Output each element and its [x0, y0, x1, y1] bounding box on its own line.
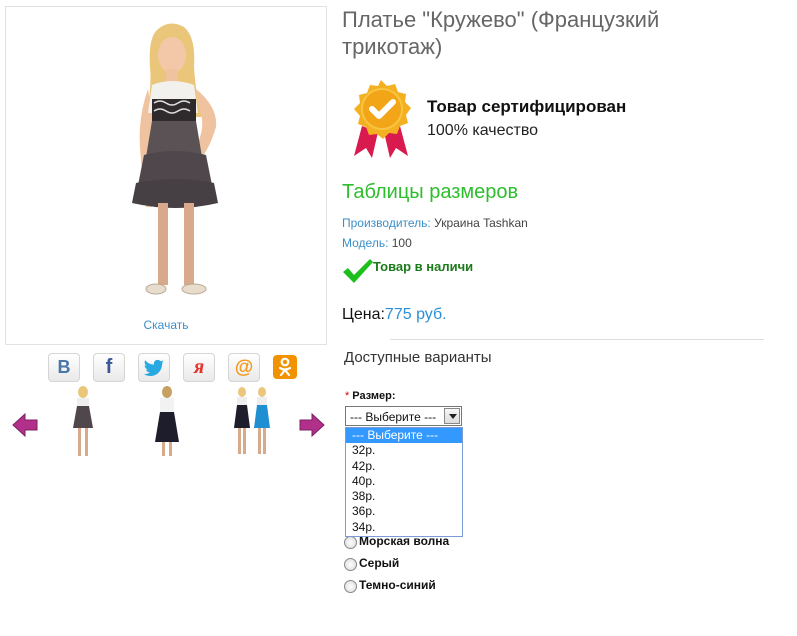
- size-option[interactable]: --- Выберите ---: [346, 428, 462, 444]
- ok-icon: [278, 357, 292, 377]
- size-dropdown-list[interactable]: --- Выберите --- 32р. 42р. 40р. 38р. 36р…: [345, 427, 463, 537]
- stock-status: Товар в наличи: [373, 259, 474, 274]
- thumbnails-prev-arrow-icon[interactable]: [11, 412, 39, 438]
- manufacturer-value: Украина Tashkan: [434, 216, 528, 230]
- certified-badge-icon: [354, 80, 411, 158]
- manufacturer-row: Производитель: Украина Tashkan: [342, 216, 528, 230]
- color-option-label: Серый: [359, 555, 400, 570]
- model-value: 100: [391, 236, 412, 250]
- thumbnail-2[interactable]: [150, 384, 184, 462]
- girl-dress-photo: [132, 23, 218, 295]
- facebook-icon: f: [105, 356, 113, 378]
- certificate-subtitle: 100% качество: [427, 122, 539, 139]
- share-odnoklassniki-button[interactable]: [273, 355, 297, 379]
- size-label-row: * Размер:: [345, 390, 396, 402]
- price-value: 775 руб.: [384, 306, 447, 323]
- size-select-value: --- Выберите ---: [350, 410, 437, 424]
- share-facebook-button[interactable]: f: [93, 353, 125, 382]
- thumbnail-3[interactable]: [230, 384, 276, 462]
- price-label: Цена:: [342, 306, 385, 323]
- radio-button[interactable]: [344, 536, 357, 549]
- share-yaru-button[interactable]: я: [183, 353, 215, 382]
- size-select[interactable]: --- Выберите ---: [345, 406, 462, 426]
- divider: [390, 339, 764, 340]
- size-label: Размер:: [352, 390, 396, 402]
- radio-button[interactable]: [344, 558, 357, 571]
- size-option[interactable]: 40р.: [346, 474, 462, 489]
- thumbnails-next-arrow-icon[interactable]: [298, 412, 326, 438]
- vk-icon: В: [57, 357, 71, 377]
- radio-button[interactable]: [344, 580, 357, 593]
- size-option[interactable]: 42р.: [346, 459, 462, 474]
- size-tables-link[interactable]: Таблицы размеров: [342, 181, 518, 204]
- size-option[interactable]: 34р.: [346, 520, 462, 535]
- color-option-label: Темно-синий: [359, 577, 436, 592]
- thumbnail-1[interactable]: [66, 384, 100, 462]
- variants-title: Доступные варианты: [344, 349, 492, 366]
- twitter-bird-icon: [143, 359, 165, 376]
- mailru-icon: @: [234, 356, 254, 378]
- manufacturer-label[interactable]: Производитель:: [342, 216, 431, 230]
- share-vk-button[interactable]: В: [48, 353, 80, 382]
- model-label: Модель:: [342, 236, 389, 250]
- yaru-icon: я: [193, 356, 205, 378]
- required-mark: *: [345, 390, 350, 402]
- certificate-title: Товар сертифицирован: [427, 97, 627, 116]
- product-title: Платье "Кружево" (Французкий трикотаж): [342, 7, 660, 59]
- size-option[interactable]: 32р.: [346, 443, 462, 458]
- download-link[interactable]: Скачать: [6, 318, 326, 332]
- model-row: Модель: 100: [342, 236, 412, 250]
- checkmark-icon: [343, 259, 373, 283]
- size-option[interactable]: 36р.: [346, 504, 462, 519]
- share-mailru-button[interactable]: @: [228, 353, 260, 382]
- share-twitter-button[interactable]: [138, 353, 170, 382]
- main-product-image[interactable]: Скачать: [5, 6, 327, 345]
- price-row: Цена:775 руб.: [342, 306, 447, 324]
- size-option[interactable]: 38р.: [346, 489, 462, 504]
- chevron-down-icon[interactable]: [444, 408, 460, 424]
- color-option-2[interactable]: Серый: [344, 554, 399, 571]
- color-option-3[interactable]: Темно-синий: [344, 576, 436, 593]
